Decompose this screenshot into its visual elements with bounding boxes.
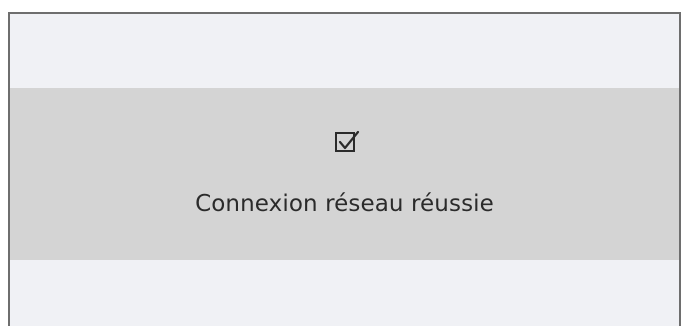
status-message: Connexion réseau réussie <box>195 191 494 217</box>
status-banner: Connexion réseau réussie <box>10 88 679 260</box>
notification-panel: Connexion réseau réussie <box>8 12 681 326</box>
checkbox-checked-icon <box>332 127 362 157</box>
screen: Connexion réseau réussie <box>0 0 682 326</box>
